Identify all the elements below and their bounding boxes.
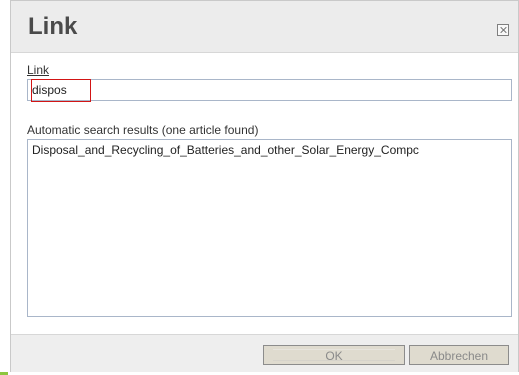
search-results-label: Automatic search results (one article fo…	[27, 123, 259, 137]
dialog-footer: OK Abbrechen	[11, 335, 518, 372]
dialog-title: Link	[28, 13, 78, 40]
search-result-item[interactable]: Disposal_and_Recycling_of_Batteries_and_…	[32, 143, 419, 157]
close-icon[interactable]	[497, 24, 509, 36]
dialog-content: Link Automatic search results (one artic…	[11, 53, 518, 335]
link-label: Link	[27, 63, 50, 77]
ok-button[interactable]: OK	[263, 345, 405, 365]
search-results-list[interactable]: Disposal_and_Recycling_of_Batteries_and_…	[27, 139, 512, 317]
dialog-title-bar: Link	[11, 1, 518, 53]
link-input[interactable]	[27, 79, 512, 101]
cancel-button[interactable]: Abbrechen	[409, 345, 509, 365]
link-dialog: Link Link Automatic search results (one …	[10, 0, 519, 372]
